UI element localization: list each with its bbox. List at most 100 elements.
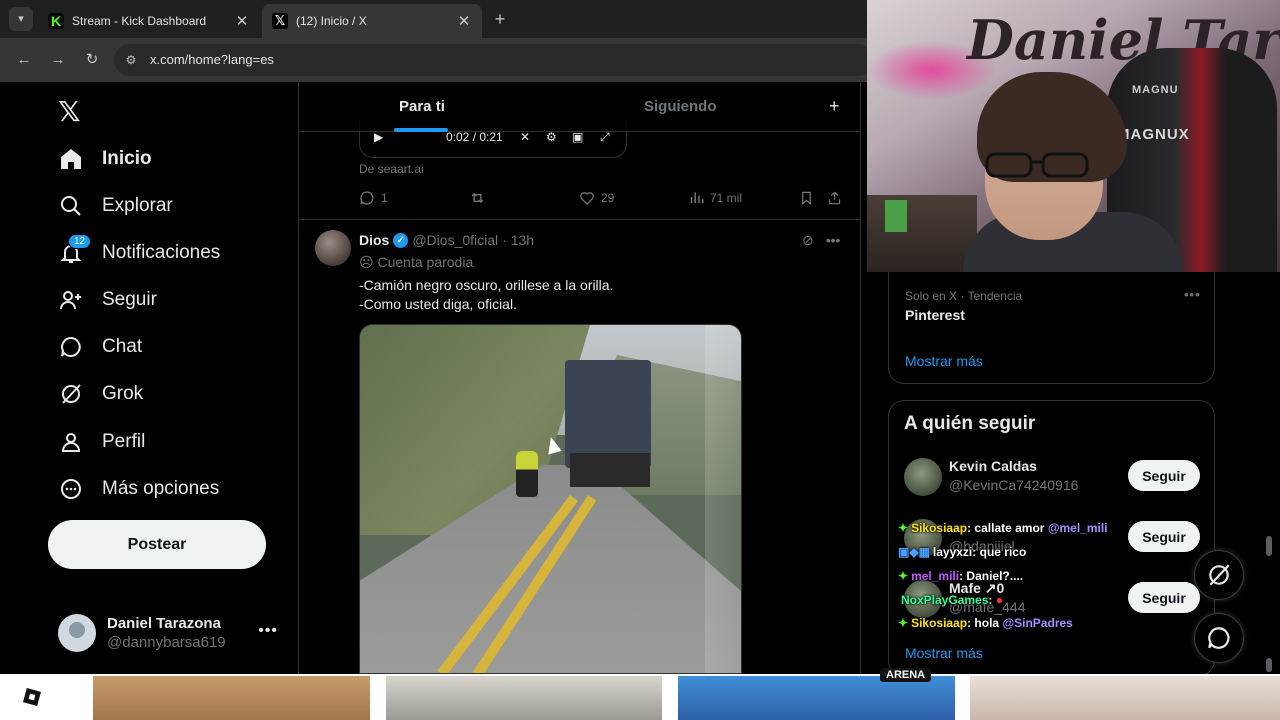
video-truck-base: [570, 453, 650, 487]
nav-item-inicio[interactable]: Inicio: [48, 137, 152, 181]
subscriber-badge-icon: ✦: [898, 521, 909, 535]
post-divider: [299, 219, 860, 220]
chat-text: : hola: [967, 616, 1000, 630]
app-logo-icon[interactable]: [0, 674, 64, 720]
follow-button[interactable]: Seguir: [1128, 582, 1200, 613]
nav-item-grok[interactable]: Grok: [48, 372, 143, 416]
tab-search-menu-icon[interactable]: ▾: [9, 7, 33, 31]
profile-icon: [58, 429, 84, 455]
more-icon[interactable]: •••: [258, 622, 278, 640]
post-time[interactable]: · 13h: [502, 232, 534, 248]
follow-button[interactable]: Seguir: [1128, 460, 1200, 491]
home-icon: [58, 146, 84, 172]
show-more-link[interactable]: Mostrar más: [905, 353, 983, 369]
close-icon[interactable]: ✕: [234, 12, 250, 30]
tab-kick-dashboard[interactable]: K Stream - Kick Dashboard ✕: [38, 4, 260, 38]
forward-icon[interactable]: →: [46, 48, 70, 72]
repost-icon: [471, 193, 484, 203]
post-text: -Camión negro oscuro, orillese a la oril…: [359, 276, 613, 314]
who-to-follow-title: A quién seguir: [904, 413, 1036, 434]
scrollbar-thumb[interactable]: [1266, 536, 1272, 556]
post-video[interactable]: [359, 324, 742, 674]
x-logo-icon[interactable]: 𝕏: [58, 95, 81, 128]
grok-icon: [58, 381, 84, 407]
tab-para-ti[interactable]: Para ti: [399, 98, 445, 115]
subscriber-badge-icon: ✦: [898, 569, 909, 583]
nav-item-explorar[interactable]: Explorar: [48, 184, 173, 228]
post-author-handle[interactable]: @Dios_0ficial: [412, 232, 498, 248]
nav-item-mas-opciones[interactable]: Más opciones: [48, 467, 219, 511]
more-icon[interactable]: •••: [826, 232, 841, 249]
nav-label: Notificaciones: [102, 242, 221, 263]
post-author-name[interactable]: Dios: [359, 232, 389, 248]
mute-icon[interactable]: ✕: [520, 130, 530, 144]
timeline-header: Para ti Siguiendo +: [299, 82, 860, 132]
grok-icon: [1209, 564, 1230, 586]
new-tab-button[interactable]: +: [490, 9, 510, 29]
arena-label: ARENA: [880, 668, 932, 682]
messages-floating-button[interactable]: [1194, 613, 1244, 663]
show-more-link[interactable]: Mostrar más: [905, 645, 983, 661]
bell-icon: 12: [58, 234, 92, 266]
chat-mention: @mel_mili: [1047, 521, 1108, 535]
nav-item-chat[interactable]: Chat: [48, 325, 142, 369]
game-thumbnail[interactable]: [678, 676, 955, 720]
fullscreen-icon[interactable]: ⤢: [600, 130, 610, 145]
game-thumbnail[interactable]: [93, 676, 370, 720]
nav-item-perfil[interactable]: Perfil: [48, 420, 145, 464]
chat-user: Sikosiaap: [911, 616, 968, 630]
account-switcher[interactable]: Daniel Tarazona @dannybarsa619 •••: [48, 608, 288, 658]
chat-text: : Daniel?....: [959, 569, 1024, 583]
post-source[interactable]: De seaart.ai: [359, 162, 424, 176]
back-icon[interactable]: ←: [12, 48, 36, 72]
nav-label: Perfil: [102, 431, 146, 452]
video-edge: [705, 325, 741, 673]
post-text-line: -Camión negro oscuro, orillese a la oril…: [359, 277, 614, 293]
tab-title: (12) Inicio / X: [296, 14, 367, 28]
more-icon[interactable]: •••: [1184, 287, 1201, 302]
views-button[interactable]: 71 mil: [689, 190, 742, 205]
video-motorcycle: [516, 451, 538, 497]
settings-icon[interactable]: ⚙: [546, 130, 557, 144]
game-thumbnail[interactable]: [970, 676, 1280, 720]
post-button[interactable]: Postear: [48, 520, 266, 569]
verified-icon: ✓: [393, 232, 409, 248]
nav-item-notificaciones[interactable]: 12 Notificaciones: [48, 231, 220, 275]
reload-icon[interactable]: ↻: [80, 48, 104, 72]
game-thumbnail[interactable]: [386, 676, 662, 720]
view-count: 71 mil: [710, 190, 743, 205]
parody-label: ☹ Cuenta parodia: [359, 254, 474, 270]
play-icon[interactable]: ▶: [374, 130, 383, 144]
nav-label: Grok: [102, 383, 144, 404]
nav-item-seguir[interactable]: Seguir: [48, 278, 157, 322]
notification-count-badge: 12: [68, 234, 92, 249]
tab-siguiendo[interactable]: Siguiendo: [644, 98, 717, 115]
suggestion-name: Kevin Caldas: [949, 458, 1037, 474]
avatar[interactable]: [315, 230, 351, 266]
share-icon[interactable]: [827, 190, 842, 206]
scrollbar-arrow[interactable]: [1266, 658, 1272, 672]
active-tab-indicator: [394, 128, 448, 132]
tab-x-home[interactable]: 𝕏 (12) Inicio / X ✕: [262, 4, 482, 38]
account-handle: @dannybarsa619: [107, 634, 226, 651]
close-icon[interactable]: ✕: [456, 12, 472, 30]
reply-button[interactable]: 1: [359, 190, 388, 206]
chart-icon: [690, 192, 704, 204]
timeline: Para ti Siguiendo + ▶ 0:02 / 0:21 ✕ ⚙ ▣ …: [298, 82, 861, 674]
subscriber-badge-icon: ✦: [898, 616, 909, 630]
chat-message: ✦ Sikosiaap: callate amor @mel_mili: [898, 521, 1108, 535]
trend-name[interactable]: Pinterest: [905, 307, 965, 323]
repost-button[interactable]: [469, 190, 486, 206]
tab-title: Stream - Kick Dashboard: [72, 14, 207, 28]
like-button[interactable]: 29: [579, 190, 614, 206]
grok-floating-button[interactable]: [1194, 550, 1244, 600]
chat-icon: [1208, 627, 1230, 649]
bookmark-icon[interactable]: [799, 190, 814, 206]
chat-user: Sikosiaap: [911, 521, 968, 535]
site-settings-icon[interactable]: ⚙: [122, 51, 140, 69]
follow-button[interactable]: Seguir: [1128, 521, 1200, 552]
tab-strip: ▾ K Stream - Kick Dashboard ✕ 𝕏 (12) Ini…: [0, 0, 867, 38]
grok-icon[interactable]: ⊘: [802, 232, 814, 249]
add-timeline-icon[interactable]: +: [829, 96, 840, 117]
popout-icon[interactable]: ▣: [572, 130, 583, 144]
